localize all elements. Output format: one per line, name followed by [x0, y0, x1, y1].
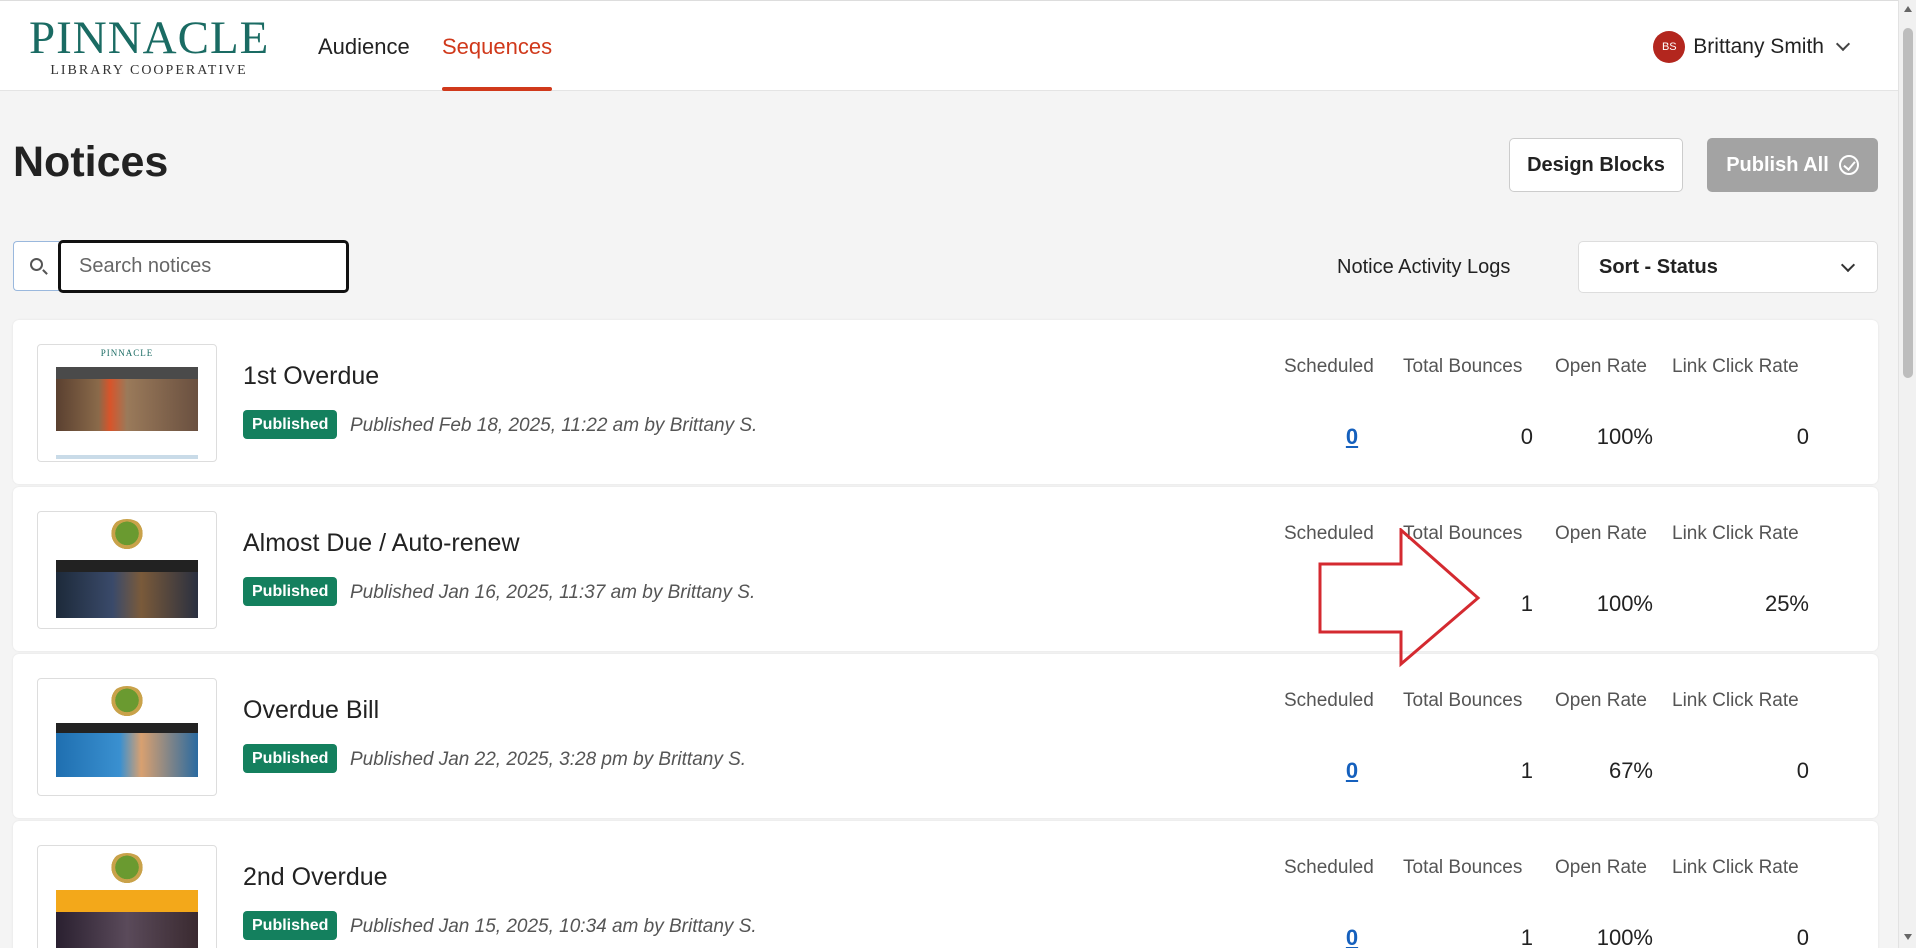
notice-thumbnail[interactable] [37, 511, 217, 629]
thumbnail-image [56, 379, 198, 431]
scheduled-header: Scheduled [1284, 857, 1374, 878]
active-nav-underline [442, 87, 552, 91]
logo-main-text: PINNACLE [29, 12, 270, 64]
scroll-down-icon[interactable] [1904, 934, 1912, 940]
open-rate-value: 100% [1596, 925, 1653, 948]
thumbnail-image [56, 733, 198, 777]
user-menu[interactable]: BS Brittany Smith [1653, 31, 1851, 63]
scheduled-header: Scheduled [1284, 690, 1374, 711]
scheduled-header: Scheduled [1284, 356, 1374, 377]
notice-title[interactable]: Overdue Bill [243, 696, 379, 725]
thumbnail-banner [56, 367, 198, 379]
open-rate-header: Open Rate [1555, 523, 1647, 544]
published-info: Published Feb 18, 2025, 11:22 am by Brit… [350, 415, 758, 436]
sort-dropdown[interactable]: Sort - Status [1578, 241, 1878, 293]
thumbnail-banner [56, 723, 198, 733]
click-rate-header: Link Click Rate [1672, 356, 1799, 377]
notice-thumbnail[interactable]: PINNACLE [37, 344, 217, 462]
publish-all-label: Publish All [1726, 153, 1829, 176]
open-rate-header: Open Rate [1555, 356, 1647, 377]
publish-all-button[interactable]: Publish All [1707, 138, 1878, 192]
annotation-arrow-icon [1318, 528, 1481, 668]
open-rate-header: Open Rate [1555, 857, 1647, 878]
pinnacle-logo[interactable]: PINNACLE LIBRARY COOPERATIVE [29, 15, 269, 79]
open-rate-value: 67% [1608, 758, 1653, 783]
top-header: PINNACLE LIBRARY COOPERATIVE Audience Se… [0, 0, 1898, 91]
click-rate-value: 0 [1796, 925, 1809, 948]
thumbnail-logo: PINNACLE [100, 348, 154, 358]
published-info: Published Jan 16, 2025, 11:37 am by Brit… [350, 582, 756, 603]
click-rate-value: 0 [1796, 758, 1809, 783]
status-badge: Published [243, 577, 338, 606]
thumbnail-banner [56, 890, 198, 912]
bounces-value: 1 [1520, 758, 1533, 783]
nav-audience[interactable]: Audience [318, 34, 410, 60]
published-info: Published Jan 15, 2025, 10:34 am by Brit… [350, 916, 757, 937]
bounces-header: Total Bounces [1403, 857, 1523, 878]
scrollbar-thumb[interactable] [1903, 28, 1913, 378]
bounces-header: Total Bounces [1403, 356, 1523, 377]
page-title: Notices [13, 138, 169, 186]
thumbnail-footer [56, 455, 198, 459]
status-badge: Published [243, 911, 338, 940]
scheduled-count-link[interactable]: 0 [1333, 424, 1371, 450]
open-rate-value: 100% [1596, 591, 1653, 616]
notice-thumbnail[interactable] [37, 678, 217, 796]
user-name: Brittany Smith [1693, 35, 1824, 58]
open-rate-header: Open Rate [1555, 690, 1647, 711]
click-rate-header: Link Click Rate [1672, 523, 1799, 544]
thumbnail-logo [38, 512, 216, 552]
search-icon-box [13, 241, 59, 291]
thumbnail-logo [38, 679, 216, 719]
scroll-up-icon[interactable] [1904, 6, 1912, 12]
page-scrollbar[interactable] [1898, 0, 1916, 948]
scheduled-count-link[interactable]: 0 [1333, 758, 1371, 784]
notice-title[interactable]: 2nd Overdue [243, 863, 388, 892]
sort-selected-value: Sort - Status [1599, 255, 1718, 278]
avatar: BS [1653, 31, 1686, 63]
search-bar [13, 240, 349, 293]
logo-sub-text: LIBRARY COOPERATIVE [50, 63, 248, 78]
status-badge: Published [243, 410, 338, 439]
notice-thumbnail[interactable] [37, 845, 217, 948]
notice-card[interactable]: PINNACLE 1st Overdue Published Published… [13, 320, 1878, 484]
notice-activity-logs-link[interactable]: Notice Activity Logs [1337, 256, 1510, 279]
bounces-header: Total Bounces [1403, 690, 1523, 711]
click-rate-value: 25% [1764, 591, 1809, 616]
design-blocks-button[interactable]: Design Blocks [1509, 138, 1683, 192]
search-icon [30, 258, 43, 271]
published-info: Published Jan 22, 2025, 3:28 pm by Britt… [350, 749, 747, 770]
click-rate-header: Link Click Rate [1672, 690, 1799, 711]
chevron-down-icon [1835, 36, 1851, 52]
scheduled-count-link[interactable]: 0 [1333, 925, 1371, 948]
thumbnail-image [56, 572, 198, 618]
notice-card[interactable]: 2nd Overdue Published Published Jan 15, … [13, 821, 1878, 948]
open-rate-value: 100% [1596, 424, 1653, 449]
notice-title[interactable]: Almost Due / Auto-renew [243, 529, 520, 558]
search-input[interactable] [58, 240, 349, 293]
thumbnail-image [56, 912, 198, 948]
chevron-down-icon [1840, 257, 1856, 273]
check-circle-icon [1838, 155, 1859, 175]
notice-title[interactable]: 1st Overdue [243, 362, 379, 391]
bounces-value: 1 [1520, 925, 1533, 948]
notice-card[interactable]: Almost Due / Auto-renew Published Publis… [13, 487, 1878, 651]
notice-card[interactable]: Overdue Bill Published Published Jan 22,… [13, 654, 1878, 818]
click-rate-value: 0 [1796, 424, 1809, 449]
click-rate-header: Link Click Rate [1672, 857, 1799, 878]
thumbnail-banner [56, 560, 198, 572]
nav-sequences[interactable]: Sequences [442, 34, 552, 60]
thumbnail-logo [38, 846, 216, 886]
bounces-value: 0 [1520, 424, 1533, 449]
status-badge: Published [243, 744, 338, 773]
